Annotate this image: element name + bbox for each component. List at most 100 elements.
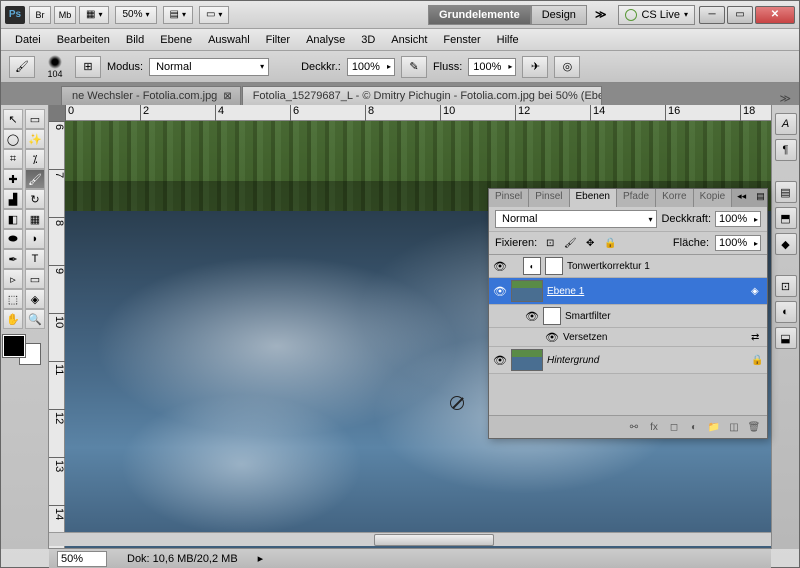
type-tool[interactable]: T xyxy=(25,249,45,269)
group-icon[interactable]: 📁 xyxy=(705,419,723,435)
swatches-panel-icon[interactable]: ▤ xyxy=(775,181,797,203)
menu-ebene[interactable]: Ebene xyxy=(152,31,200,49)
tab-korrekturen[interactable]: Korre xyxy=(656,189,693,207)
menu-filter[interactable]: Filter xyxy=(258,31,298,49)
move-tool[interactable]: ↖ xyxy=(3,109,23,129)
layer-smartfilter[interactable]: 👁 Smartfilter xyxy=(489,305,767,328)
scroll-thumb[interactable] xyxy=(374,534,494,546)
zoom-tool[interactable]: 🔍 xyxy=(25,309,45,329)
visibility-icon[interactable]: 👁 xyxy=(545,330,559,344)
airbrush-icon[interactable]: ✈ xyxy=(522,56,548,78)
styles-panel-icon[interactable]: ⬒ xyxy=(775,207,797,229)
menu-3d[interactable]: 3D xyxy=(353,31,383,49)
workspace-grundelemente[interactable]: Grundelemente xyxy=(428,5,531,25)
menu-bearbeiten[interactable]: Bearbeiten xyxy=(49,31,118,49)
layer-mask-icon[interactable]: ◻ xyxy=(665,419,683,435)
tab-nav-icon[interactable]: ≫ xyxy=(779,92,791,105)
workspace-more[interactable]: ≫ xyxy=(587,5,615,24)
layer-tonwertkorrektur[interactable]: 👁 ◐ Tonwertkorrektur 1 xyxy=(489,255,767,278)
blend-mode-select[interactable]: Normal xyxy=(149,58,269,76)
doc-tab-2[interactable]: Fotolia_15279687_L - © Dmitry Pichugin -… xyxy=(242,86,602,105)
close-button[interactable]: ✕ xyxy=(755,6,795,24)
3d-camera-tool[interactable]: ◈ xyxy=(25,289,45,309)
lock-image-icon[interactable]: 🖌 xyxy=(563,236,577,250)
new-layer-icon[interactable]: ◫ xyxy=(725,419,743,435)
menu-ansicht[interactable]: Ansicht xyxy=(383,31,435,49)
tab-close-icon[interactable]: ⊠ xyxy=(223,91,231,102)
gradient-tool[interactable]: ▦ xyxy=(25,209,45,229)
zoom-dropdown[interactable]: 50% xyxy=(115,6,156,24)
maximize-button[interactable]: ▭ xyxy=(727,6,753,24)
color-swatch[interactable] xyxy=(3,335,41,365)
heal-tool[interactable]: ✚ xyxy=(3,169,23,189)
brush-panel-icon[interactable]: ⊞ xyxy=(75,56,101,78)
color-panel-icon[interactable]: ◆ xyxy=(775,233,797,255)
layer-blend-mode[interactable]: Normal xyxy=(495,210,657,228)
hand-tool[interactable]: ✋ xyxy=(3,309,23,329)
visibility-icon[interactable]: 👁 xyxy=(493,284,507,298)
shape-tool[interactable]: ▭ xyxy=(25,269,45,289)
navigator-panel-icon[interactable]: ⊡ xyxy=(775,275,797,297)
lasso-tool[interactable]: ◯ xyxy=(3,129,23,149)
tab-pinsel[interactable]: Pinsel xyxy=(489,189,529,207)
history-brush-tool[interactable]: ↻ xyxy=(25,189,45,209)
visibility-icon[interactable]: 👁 xyxy=(493,259,507,273)
layer-style-icon[interactable]: fx xyxy=(645,419,663,435)
opacity-pressure-icon[interactable]: ✎ xyxy=(401,56,427,78)
status-zoom-input[interactable]: 50% xyxy=(57,551,107,567)
path-select-tool[interactable]: ▹ xyxy=(3,269,23,289)
marquee-tool[interactable]: ▭ xyxy=(25,109,45,129)
pen-tool[interactable]: ✒ xyxy=(3,249,23,269)
lock-position-icon[interactable]: ✥ xyxy=(583,236,597,250)
menu-auswahl[interactable]: Auswahl xyxy=(200,31,258,49)
status-more-icon[interactable]: ▸ xyxy=(258,552,264,565)
lock-all-icon[interactable]: 🔒 xyxy=(603,236,617,250)
brush-tool[interactable]: 🖌 xyxy=(25,169,45,189)
ruler-vertical[interactable]: 67891011121314 xyxy=(49,121,65,549)
3d-tool[interactable]: ⬚ xyxy=(3,289,23,309)
eyedropper-tool[interactable]: ⁒ xyxy=(25,149,45,169)
wand-tool[interactable]: ✨ xyxy=(25,129,45,149)
foreground-color[interactable] xyxy=(3,335,25,357)
layer-ebene1[interactable]: 👁 Ebene 1 ◈ xyxy=(489,278,767,305)
horizontal-scrollbar[interactable] xyxy=(49,532,771,546)
layer-hintergrund[interactable]: 👁 Hintergrund 🔒 xyxy=(489,347,767,374)
eraser-tool[interactable]: ◧ xyxy=(3,209,23,229)
layer-versetzen[interactable]: 👁 Versetzen ⇄ xyxy=(489,328,767,347)
tool-preset-icon[interactable]: 🖌 xyxy=(9,56,35,78)
paragraph-panel-icon[interactable]: ¶ xyxy=(775,139,797,161)
menu-analyse[interactable]: Analyse xyxy=(298,31,353,49)
tab-kopie[interactable]: Kopie xyxy=(694,189,733,207)
layer-opacity-input[interactable]: 100% xyxy=(715,211,761,227)
arrange-dropdown[interactable]: ▤ xyxy=(163,6,193,24)
tab-pinsel2[interactable]: Pinsel xyxy=(529,189,569,207)
tab-ebenen[interactable]: Ebenen xyxy=(570,189,617,207)
lock-transparency-icon[interactable]: ⊡ xyxy=(543,236,557,250)
panel-collapse-icon[interactable]: ◂◂ xyxy=(732,189,751,207)
panel-menu-icon[interactable]: ▤ xyxy=(751,189,770,207)
delete-layer-icon[interactable]: 🗑 xyxy=(745,419,763,435)
dodge-tool[interactable]: ◗ xyxy=(25,229,45,249)
filter-edit-icon[interactable]: ⇄ xyxy=(751,332,763,343)
masks-panel-icon[interactable]: ⬓ xyxy=(775,327,797,349)
crop-tool[interactable]: ⌗ xyxy=(3,149,23,169)
menu-bild[interactable]: Bild xyxy=(118,31,152,49)
minimize-button[interactable]: ─ xyxy=(699,6,725,24)
opacity-input[interactable]: 100% xyxy=(347,58,395,76)
menu-fenster[interactable]: Fenster xyxy=(435,31,488,49)
layout-dropdown[interactable]: ▦ xyxy=(79,6,109,24)
stamp-tool[interactable]: ▟ xyxy=(3,189,23,209)
blur-tool[interactable]: ⬬ xyxy=(3,229,23,249)
ruler-horizontal[interactable]: 024681012141618 xyxy=(65,105,771,121)
link-layers-icon[interactable]: ⚯ xyxy=(625,419,643,435)
brush-preview[interactable]: 104 xyxy=(41,55,69,79)
screen-mode-dropdown[interactable]: ▭ xyxy=(199,6,229,24)
layer-fill-input[interactable]: 100% xyxy=(715,235,761,251)
visibility-icon[interactable]: 👁 xyxy=(493,353,507,367)
flow-input[interactable]: 100% xyxy=(468,58,516,76)
doc-tab-1[interactable]: ne Wechsler - Fotolia.com.jpg⊠ xyxy=(61,86,241,105)
tablet-pressure-icon[interactable]: ◎ xyxy=(554,56,580,78)
adjustments-panel-icon[interactable]: ◐ xyxy=(775,301,797,323)
character-panel-icon[interactable]: A xyxy=(775,113,797,135)
bridge-button[interactable]: Br xyxy=(29,6,51,24)
